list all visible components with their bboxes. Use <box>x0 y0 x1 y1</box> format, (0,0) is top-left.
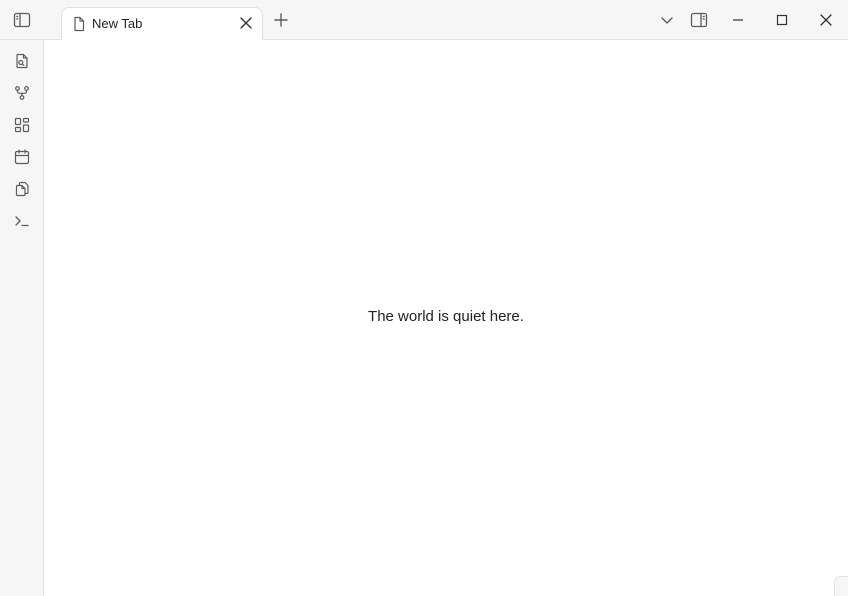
empty-state-message: The world is quiet here. <box>368 308 524 325</box>
terminal-icon[interactable] <box>8 207 36 235</box>
new-tab-icon[interactable] <box>267 6 295 34</box>
app-window: New Tab The world is quiet here. <box>0 0 848 596</box>
copy-files-icon[interactable] <box>8 175 36 203</box>
file-search-icon[interactable] <box>8 47 36 75</box>
window-close-icon[interactable] <box>812 6 840 34</box>
tab-list-chevron-down-icon[interactable] <box>653 6 681 34</box>
status-bar-corner <box>834 576 848 596</box>
minimize-icon[interactable] <box>724 6 752 34</box>
right-sidebar-toggle-icon[interactable] <box>685 6 713 34</box>
calendar-icon[interactable] <box>8 143 36 171</box>
graph-view-icon[interactable] <box>8 79 36 107</box>
left-ribbon <box>0 40 44 596</box>
close-tab-icon[interactable] <box>232 9 260 37</box>
sidebar-toggle-icon[interactable] <box>8 6 36 34</box>
canvas-grid-icon[interactable] <box>8 111 36 139</box>
file-icon <box>72 16 86 37</box>
tab-new-tab[interactable]: New Tab <box>61 7 263 41</box>
title-bar: New Tab <box>0 0 848 41</box>
main-content: The world is quiet here. <box>44 40 848 596</box>
tab-title: New Tab <box>92 16 143 31</box>
maximize-icon[interactable] <box>768 6 796 34</box>
